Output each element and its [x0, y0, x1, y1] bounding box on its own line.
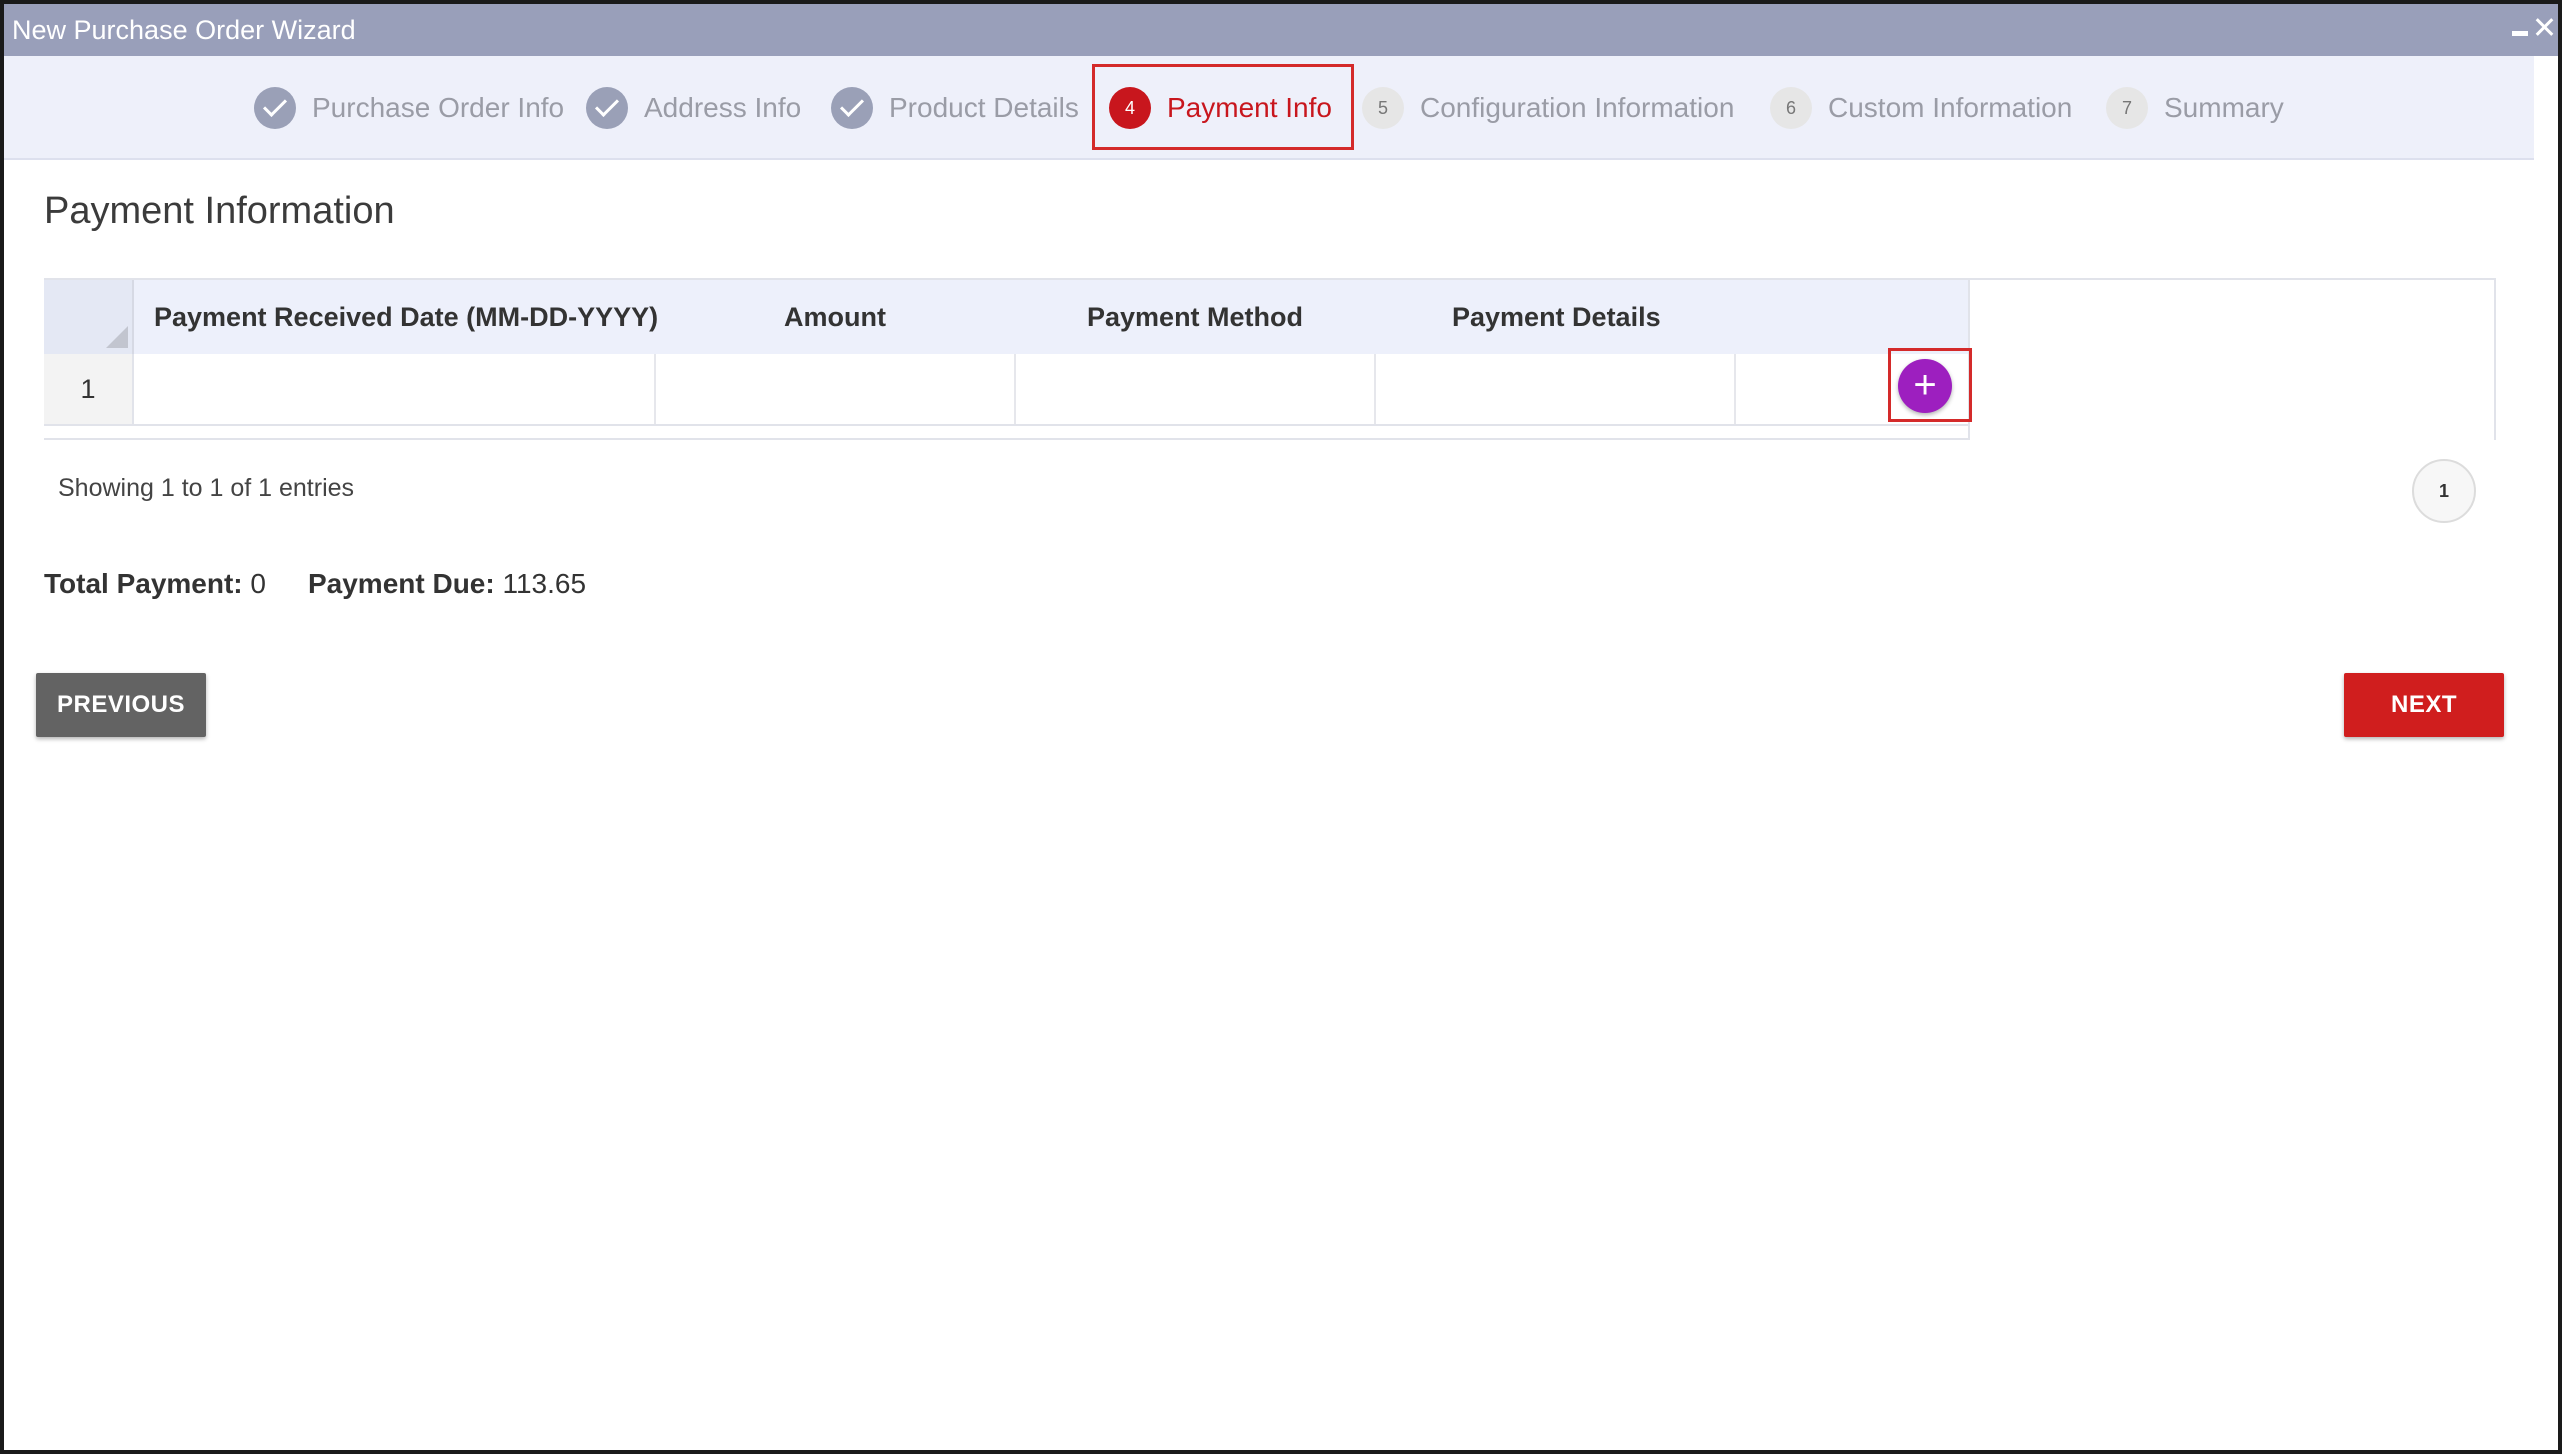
step-configuration-information[interactable]: 5 Configuration Information [1362, 56, 1734, 160]
cell-payment-method[interactable] [1016, 354, 1376, 424]
next-button[interactable]: NEXT [2344, 673, 2504, 737]
column-header-payment-received-date[interactable]: Payment Received Date (MM-DD-YYYY) [154, 280, 658, 354]
step-number-badge: 7 [2106, 87, 2148, 129]
step-address-info[interactable]: Address Info [586, 56, 801, 160]
table-header: Payment Received Date (MM-DD-YYYY) Amoun… [44, 280, 1968, 354]
table-empty-area [1968, 280, 2494, 440]
previous-button[interactable]: PREVIOUS [36, 673, 206, 737]
column-header-payment-method[interactable]: Payment Method [1087, 280, 1303, 354]
step-label: Purchase Order Info [312, 92, 565, 123]
minimize-icon[interactable] [2512, 30, 2528, 36]
step-product-details[interactable]: Product Details [831, 56, 1079, 160]
step-purchase-order-info[interactable]: Purchase Order Info [254, 56, 564, 160]
payment-table: Payment Received Date (MM-DD-YYYY) Amoun… [44, 278, 2496, 440]
section-title: Payment Information [44, 190, 395, 232]
step-label: Custom Information [1828, 92, 2073, 123]
column-header-payment-details[interactable]: Payment Details [1452, 280, 1661, 354]
total-payment: Total Payment: 0 [44, 568, 266, 600]
checkmark-icon [831, 87, 873, 129]
table-row: 1 [44, 354, 1968, 426]
step-label: Summary [2164, 92, 2284, 123]
total-payment-label: Total Payment: [44, 568, 243, 599]
active-step-highlight [1092, 64, 1354, 150]
add-row-button[interactable]: + [1898, 359, 1952, 413]
row-number: 1 [44, 354, 134, 424]
plus-icon: + [1913, 363, 1937, 407]
payment-totals: Total Payment: 0 Payment Due: 113.65 [44, 568, 586, 600]
step-number-badge: 5 [1362, 87, 1404, 129]
payment-due: Payment Due: 113.65 [308, 568, 586, 600]
step-label: Product Details [889, 92, 1079, 123]
column-header-amount[interactable]: Amount [784, 280, 886, 354]
step-number-badge: 6 [1770, 87, 1812, 129]
select-all-corner-icon[interactable] [106, 326, 128, 348]
step-label: Address Info [644, 92, 802, 123]
checkmark-icon [254, 87, 296, 129]
cell-payment-details[interactable] [1376, 354, 1736, 424]
title-bar: New Purchase Order Wizard [4, 4, 2558, 56]
page-button-1[interactable]: 1 [2412, 459, 2476, 523]
close-icon[interactable] [2534, 16, 2554, 38]
window-controls [2512, 16, 2554, 38]
cell-payment-received-date[interactable] [134, 354, 656, 424]
wizard-window: New Purchase Order Wizard Purchase Order… [0, 0, 2562, 1454]
payment-due-value: 113.65 [502, 568, 587, 599]
entries-info: Showing 1 to 1 of 1 entries [58, 474, 355, 502]
window-title: New Purchase Order Wizard [12, 14, 356, 45]
checkmark-icon [586, 87, 628, 129]
table-corner [44, 280, 134, 354]
step-custom-information[interactable]: 6 Custom Information [1770, 56, 2072, 160]
step-label: Configuration Information [1420, 92, 1735, 123]
payment-due-label: Payment Due: [307, 568, 495, 599]
total-payment-value: 0 [250, 568, 266, 599]
cell-amount[interactable] [656, 354, 1016, 424]
step-summary[interactable]: 7 Summary [2106, 56, 2284, 160]
